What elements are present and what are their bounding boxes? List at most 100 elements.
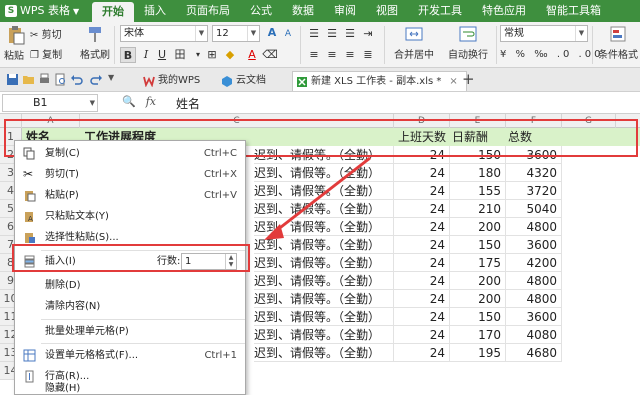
table-cell-daily[interactable]: 155	[450, 182, 506, 200]
number-format-buttons[interactable]: ¥ % ‰ .0 .00	[500, 49, 603, 60]
open-folder-icon[interactable]	[22, 73, 35, 86]
table-cell-daily[interactable]: 150	[450, 236, 506, 254]
table-cell-days[interactable]: 24	[394, 308, 450, 326]
merge-center-button[interactable]: 合并居中	[388, 25, 440, 61]
menu-item-clear[interactable]: 清除内容(N)	[15, 296, 245, 317]
table-cell-daily[interactable]: 180	[450, 164, 506, 182]
tab-home[interactable]: 开始	[92, 2, 134, 22]
table-cell-total[interactable]: 4800	[506, 218, 562, 236]
underline-button[interactable]: U	[154, 47, 170, 63]
justify-icon[interactable]: ≣	[360, 47, 376, 63]
menu-item-copy[interactable]: 复制(C) Ctrl+C	[15, 143, 245, 164]
tab-formulas[interactable]: 公式	[240, 0, 282, 22]
align-left-icon[interactable]: ≡	[306, 47, 322, 63]
doc-tab-my-wps[interactable]: 我的WPS	[140, 71, 208, 91]
menu-item-paste[interactable]: 粘贴(P) Ctrl+V	[15, 185, 245, 206]
table-cell-total[interactable]: 3600	[506, 308, 562, 326]
wrap-text-button[interactable]: 自动换行	[444, 25, 492, 61]
table-cell-days[interactable]: 24	[394, 164, 450, 182]
print-preview-icon[interactable]	[54, 73, 67, 86]
table-cell-desc[interactable]: 迟到、请假等。（全勤）	[254, 290, 394, 308]
conditional-format-button[interactable]: 条件格式	[596, 25, 640, 61]
align-middle-icon[interactable]: ☰	[324, 26, 340, 42]
formula-input[interactable]: 姓名	[176, 95, 200, 112]
italic-button[interactable]: I	[138, 47, 154, 63]
app-menu-button[interactable]: S WPS 表格 ▼	[2, 2, 86, 20]
copy-button[interactable]: ❐ 复制	[30, 46, 62, 61]
menu-item-format-cells[interactable]: 设置单元格格式(F)... Ctrl+1	[15, 345, 245, 366]
border-icon[interactable]: 田	[172, 47, 188, 63]
table-cell-days[interactable]: 24	[394, 218, 450, 236]
table-cell-days[interactable]: 24	[394, 254, 450, 272]
table-cell-total[interactable]: 4080	[506, 326, 562, 344]
table-cell-total[interactable]: 3720	[506, 182, 562, 200]
table-cell-total[interactable]: 5040	[506, 200, 562, 218]
table-cell-days[interactable]: 24	[394, 182, 450, 200]
font-family-select[interactable]: 宋体 ▼	[120, 25, 208, 42]
bold-button[interactable]: B	[120, 47, 136, 63]
table-cell-desc[interactable]: 迟到、请假等。（全勤）	[254, 344, 394, 362]
decrease-font-icon[interactable]: A	[280, 26, 296, 42]
font-color-icon[interactable]: A	[244, 47, 260, 63]
table-cell-desc[interactable]: 迟到、请假等。（全勤）	[254, 272, 394, 290]
table-cell-days[interactable]: 24	[394, 344, 450, 362]
redo-icon[interactable]	[90, 73, 103, 86]
menu-item-delete[interactable]: 删除(D)	[15, 275, 245, 296]
table-cell-daily[interactable]: 200	[450, 272, 506, 290]
table-cell-total[interactable]: 4320	[506, 164, 562, 182]
table-cell-total[interactable]: 4800	[506, 272, 562, 290]
increase-font-icon[interactable]: A	[264, 25, 280, 41]
table-cell-days[interactable]: 24	[394, 272, 450, 290]
font-size-select[interactable]: 12 ▼	[212, 25, 260, 42]
table-cell-total[interactable]: 4200	[506, 254, 562, 272]
align-bottom-icon[interactable]: ☰	[342, 26, 358, 42]
menu-item-batch[interactable]: 批量处理单元格(P)	[15, 321, 245, 342]
doc-tab-workbook[interactable]: 新建 XLS 工作表 - 副本.xls * ×	[292, 71, 467, 91]
table-cell-desc[interactable]: 迟到、请假等。（全勤）	[254, 254, 394, 272]
cut-button[interactable]: ✂ 剪切	[30, 26, 62, 41]
table-cell-days[interactable]: 24	[394, 236, 450, 254]
merge-border-icon[interactable]: ⊞	[204, 47, 220, 63]
name-box[interactable]: B1 ▼	[2, 94, 98, 112]
table-cell-total[interactable]: 3600	[506, 236, 562, 254]
table-cell-daily[interactable]: 200	[450, 218, 506, 236]
align-top-icon[interactable]: ☰	[306, 26, 322, 42]
menu-item-cut[interactable]: ✂ 剪切(T) Ctrl+X	[15, 164, 245, 185]
table-cell-desc[interactable]: 迟到、请假等。（全勤）	[254, 308, 394, 326]
table-cell-daily[interactable]: 175	[450, 254, 506, 272]
table-cell-days[interactable]: 24	[394, 200, 450, 218]
tab-page-layout[interactable]: 页面布局	[176, 0, 240, 22]
eraser-icon[interactable]: ⌫	[262, 47, 278, 63]
tab-special[interactable]: 特色应用	[472, 0, 536, 22]
undo-icon[interactable]	[70, 73, 83, 86]
table-cell-daily[interactable]: 200	[450, 290, 506, 308]
table-cell-desc[interactable]: 迟到、请假等。（全勤）	[254, 326, 394, 344]
table-cell-daily[interactable]: 210	[450, 200, 506, 218]
new-tab-plus-icon[interactable]: +	[462, 70, 475, 88]
zoom-search-icon[interactable]: 🔍	[122, 95, 136, 108]
tab-data[interactable]: 数据	[282, 0, 324, 22]
fx-icon[interactable]: fx	[146, 95, 156, 108]
chevron-down-icon[interactable]: ▼	[108, 73, 114, 82]
paste-button[interactable]: 粘贴	[4, 25, 30, 65]
table-cell-daily[interactable]: 150	[450, 308, 506, 326]
format-painter-button[interactable]: 格式刷	[80, 25, 110, 61]
tab-view[interactable]: 视图	[366, 0, 408, 22]
fill-color-icon[interactable]: ◆	[222, 47, 238, 63]
tab-review[interactable]: 审阅	[324, 0, 366, 22]
table-cell-total[interactable]: 4680	[506, 344, 562, 362]
align-center-icon[interactable]: ≡	[324, 47, 340, 63]
table-cell-total[interactable]: 4800	[506, 290, 562, 308]
print-icon[interactable]	[38, 73, 51, 86]
close-icon[interactable]: ×	[449, 76, 457, 87]
menu-item-paste-text[interactable]: A 只粘贴文本(Y)	[15, 206, 245, 227]
number-format-select[interactable]: 常规 ▼	[500, 25, 588, 42]
table-cell-daily[interactable]: 170	[450, 326, 506, 344]
table-cell-daily[interactable]: 195	[450, 344, 506, 362]
tab-developer[interactable]: 开发工具	[408, 0, 472, 22]
indent-icon[interactable]: ⇥	[360, 26, 376, 42]
table-cell-days[interactable]: 24	[394, 326, 450, 344]
table-cell-days[interactable]: 24	[394, 290, 450, 308]
doc-tab-cloud-docs[interactable]: 云文档	[218, 71, 274, 91]
menu-item-hide[interactable]: 隐藏(H)	[15, 382, 245, 395]
